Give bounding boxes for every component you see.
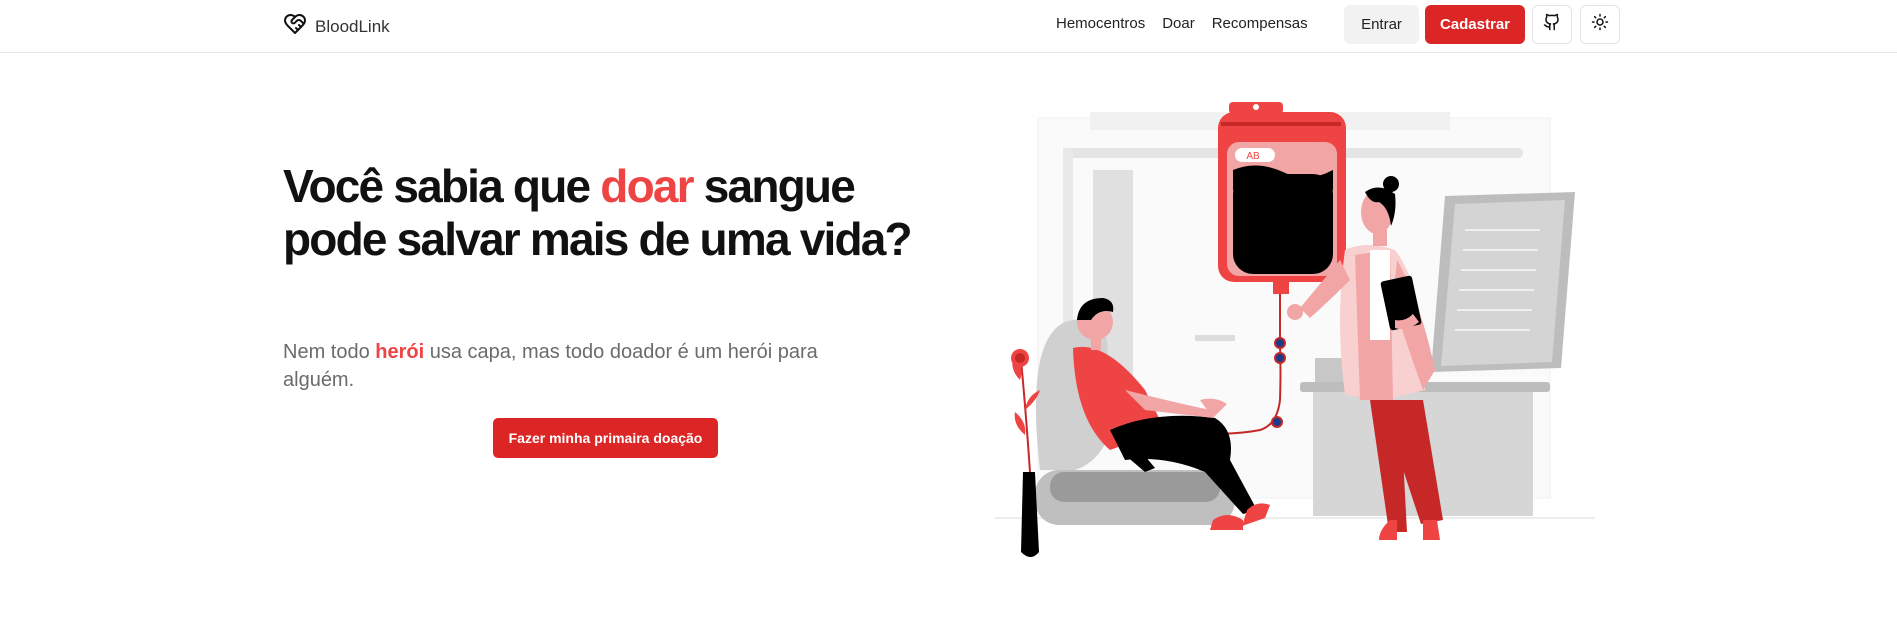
github-icon (1543, 13, 1561, 36)
brand-name: BloodLink (315, 16, 390, 36)
github-button[interactable] (1532, 5, 1572, 44)
main-nav: Hemocentros Doar Recompensas (1056, 15, 1308, 32)
nav-link-doar[interactable]: Doar (1162, 15, 1195, 32)
blood-donation-illustration: AB (995, 100, 1605, 570)
blood-type-label: AB (1246, 151, 1260, 162)
brand-link[interactable]: BloodLink (283, 12, 390, 41)
hero-title: Você sabia que doar sangue pode salvar m… (283, 160, 923, 266)
heart-handshake-icon (283, 12, 307, 41)
hero-subtitle-accent: herói (375, 341, 425, 363)
login-button[interactable]: Entrar (1344, 5, 1419, 44)
hero-subtitle: Nem todo herói usa capa, mas todo doador… (283, 338, 883, 394)
top-navbar: BloodLink Hemocentros Doar Recompensas E… (0, 0, 1897, 53)
sun-icon (1591, 13, 1609, 36)
theme-toggle-button[interactable] (1580, 5, 1620, 44)
signup-button[interactable]: Cadastrar (1425, 5, 1525, 44)
hero-title-accent: doar (600, 160, 694, 212)
first-donation-button[interactable]: Fazer minha primaira doação (493, 418, 718, 458)
hero-subtitle-pre: Nem todo (283, 341, 376, 363)
nav-link-recompensas[interactable]: Recompensas (1212, 15, 1308, 32)
nav-link-hemocentros[interactable]: Hemocentros (1056, 15, 1145, 32)
hero-title-pre: Você sabia que (283, 160, 601, 212)
